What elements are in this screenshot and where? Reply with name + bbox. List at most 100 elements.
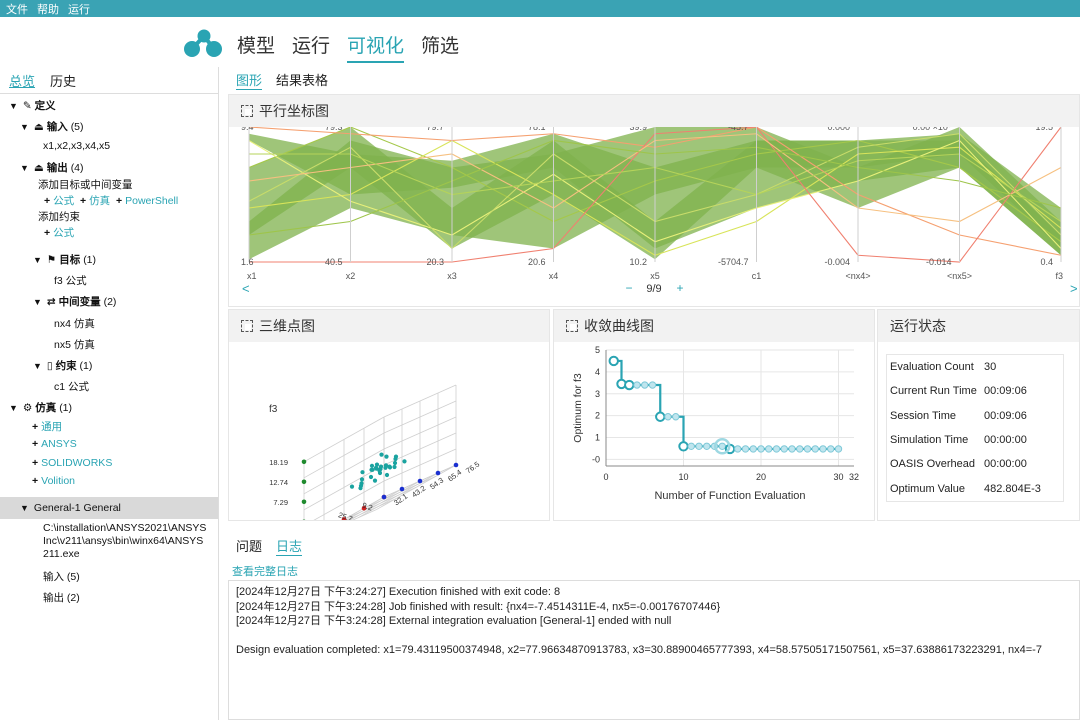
data-point — [370, 467, 375, 472]
sim-generic-link[interactable]: 通用 — [41, 421, 62, 433]
pc-axis-label: c1 — [752, 271, 762, 281]
edit-icon: ✎ — [22, 100, 32, 112]
status-value: 00:00:00 — [984, 458, 1027, 471]
menu-bar: 文件 帮助 运行 — [0, 0, 1080, 17]
tab-filter[interactable]: 筛选 — [421, 31, 459, 63]
pc-axis-bottom: 1.6 — [241, 257, 254, 267]
tab-results-table[interactable]: 结果表格 — [276, 70, 328, 90]
tab-visualization[interactable]: 可视化 — [347, 31, 405, 63]
menu-file[interactable]: 文件 — [6, 1, 28, 17]
convergence-point — [834, 445, 843, 453]
objective-count: (1) — [83, 254, 97, 266]
tab-overview[interactable]: 总览 — [9, 71, 35, 90]
convergence-point — [827, 445, 835, 453]
add-constraint-links: + 公式 — [44, 225, 74, 240]
tree-intermediate[interactable]: ▼ ⇄ 中间变量 (2) — [33, 294, 116, 309]
add-sim-link[interactable]: 仿真 — [89, 195, 110, 207]
convergence-point — [772, 445, 781, 453]
view-full-log-link[interactable]: 查看完整日志 — [232, 563, 298, 579]
convergence-point — [678, 441, 689, 452]
z-tick-marker — [301, 479, 307, 485]
parallel-coords-chart[interactable]: 9.4 1.6 x1 79.3 40.5x2 79.7 20.3x3 78.1 20.6x4 39… — [229, 127, 1079, 305]
pc-next-button[interactable]: > — [1070, 281, 1078, 296]
z-tick-label: 7.29 — [273, 498, 288, 507]
expand-icon[interactable] — [241, 105, 253, 117]
y-tick-label: 4 — [595, 367, 600, 377]
menu-help[interactable]: 帮助 — [37, 1, 59, 17]
tab-issues[interactable]: 问题 — [236, 536, 262, 556]
tree-inputs[interactable]: ▼ ⏏ 输入 (5) — [20, 119, 84, 134]
convergence-point — [734, 445, 742, 453]
sim-generic[interactable]: + 通用 — [32, 419, 62, 434]
convergence-point — [672, 413, 680, 421]
pc-axis-top: 19.5 — [1035, 127, 1053, 132]
convergence-title: 收敛曲线图 — [584, 318, 654, 334]
add-formula-link[interactable]: 公式 — [53, 195, 74, 207]
sim-solidworks[interactable]: + SOLIDWORKS — [32, 457, 112, 469]
constraint-c1[interactable]: c1 公式 — [54, 379, 89, 394]
convergence-point — [741, 445, 750, 453]
log-box[interactable]: [2024年12月27日 下午3:24:27] Execution finish… — [228, 580, 1080, 720]
plus-icon: + — [32, 421, 39, 433]
tab-model[interactable]: 模型 — [237, 31, 275, 63]
intermediate-nx5[interactable]: nx5 仿真 — [54, 337, 95, 352]
sim-ansys-link[interactable]: ANSYS — [41, 438, 77, 450]
collapse-icon[interactable]: ▼ — [20, 122, 29, 132]
sim-ansys[interactable]: + ANSYS — [32, 438, 77, 450]
collapse-icon[interactable]: ▼ — [20, 163, 29, 173]
inputs-count: (5) — [70, 121, 84, 133]
tree-define[interactable]: ▼ ✎ 定义 — [9, 98, 56, 113]
data-point — [379, 452, 384, 457]
status-row: Evaluation Count 30 — [887, 355, 1063, 379]
pc-axis-top: 0.00 ×10⁰ — [913, 127, 952, 132]
general-outputs[interactable]: 输出 (2) — [43, 590, 80, 605]
tree-simulation[interactable]: ▼ ⚙ 仿真 (1) — [9, 400, 72, 415]
collapse-icon[interactable]: ▼ — [9, 403, 18, 413]
pc-prev-button[interactable]: < — [242, 281, 250, 296]
pc-axis-label: x4 — [549, 271, 559, 281]
scatter3d-chart[interactable]: 18.1912.747.291.84-3.60f375.358.742.125.… — [229, 342, 549, 520]
expand-icon[interactable] — [241, 320, 253, 332]
tab-run[interactable]: 运行 — [292, 31, 330, 63]
tree-constraint[interactable]: ▼ ▯ 约束 (1) — [33, 358, 92, 373]
collapse-icon[interactable]: ▼ — [33, 255, 42, 265]
sim-volition[interactable]: + Volition — [32, 475, 75, 487]
tab-history[interactable]: 历史 — [50, 71, 76, 90]
y-tick-label: 65.4 — [446, 468, 463, 484]
intermediate-nx4[interactable]: nx4 仿真 — [54, 316, 95, 331]
status-key: OASIS Overhead — [890, 458, 975, 471]
expand-icon[interactable] — [566, 320, 578, 332]
collapse-icon[interactable]: ▼ — [33, 297, 42, 307]
data-point — [358, 486, 363, 491]
objective-label: 目标 — [59, 254, 81, 266]
general-row[interactable]: ▼ General-1 General — [0, 497, 218, 519]
status-key: Optimum Value — [890, 482, 965, 495]
collapse-icon[interactable]: ▼ — [33, 361, 42, 371]
objective-f3[interactable]: f3 公式 — [54, 273, 87, 288]
add-links: + 公式 + 仿真 + PowerShell — [44, 193, 178, 208]
log-line: Design evaluation completed: x1=79.43119… — [236, 644, 1042, 656]
convergence-chart[interactable]: 54321-00 10 20 30 32Number of Function Evalu… — [554, 342, 874, 520]
tab-log[interactable]: 日志 — [276, 536, 303, 556]
pc-page-plus[interactable]: + — [676, 281, 683, 295]
add-powershell-link[interactable]: PowerShell — [125, 195, 178, 207]
menu-run[interactable]: 运行 — [68, 1, 90, 17]
y-tick-label: 54.3 — [428, 476, 445, 492]
collapse-icon[interactable]: ▼ — [9, 101, 18, 111]
add-constraint-formula-link[interactable]: 公式 — [53, 227, 74, 239]
tree-outputs[interactable]: ▼ ⏏ 输出 (4) — [20, 160, 84, 175]
general-inputs[interactable]: 输入 (5) — [43, 569, 80, 584]
pc-page-minus[interactable]: − — [625, 281, 632, 295]
z-tick-marker — [301, 459, 307, 465]
data-point — [384, 472, 390, 478]
sim-volition-link[interactable]: Volition — [41, 475, 75, 487]
tab-graphics[interactable]: 图形 — [236, 70, 263, 90]
convergence-point — [641, 381, 649, 389]
run-status-panel: 运行状态 Evaluation Count 30 Current Run Time 0… — [877, 309, 1080, 521]
data-point — [360, 470, 365, 475]
status-value: 30 — [984, 361, 997, 374]
y-tick-marker — [417, 478, 423, 484]
tree-objective[interactable]: ▼ ⚑ 目标 (1) — [33, 252, 96, 267]
sim-solidworks-link[interactable]: SOLIDWORKS — [41, 457, 112, 469]
collapse-icon[interactable]: ▼ — [20, 503, 29, 513]
